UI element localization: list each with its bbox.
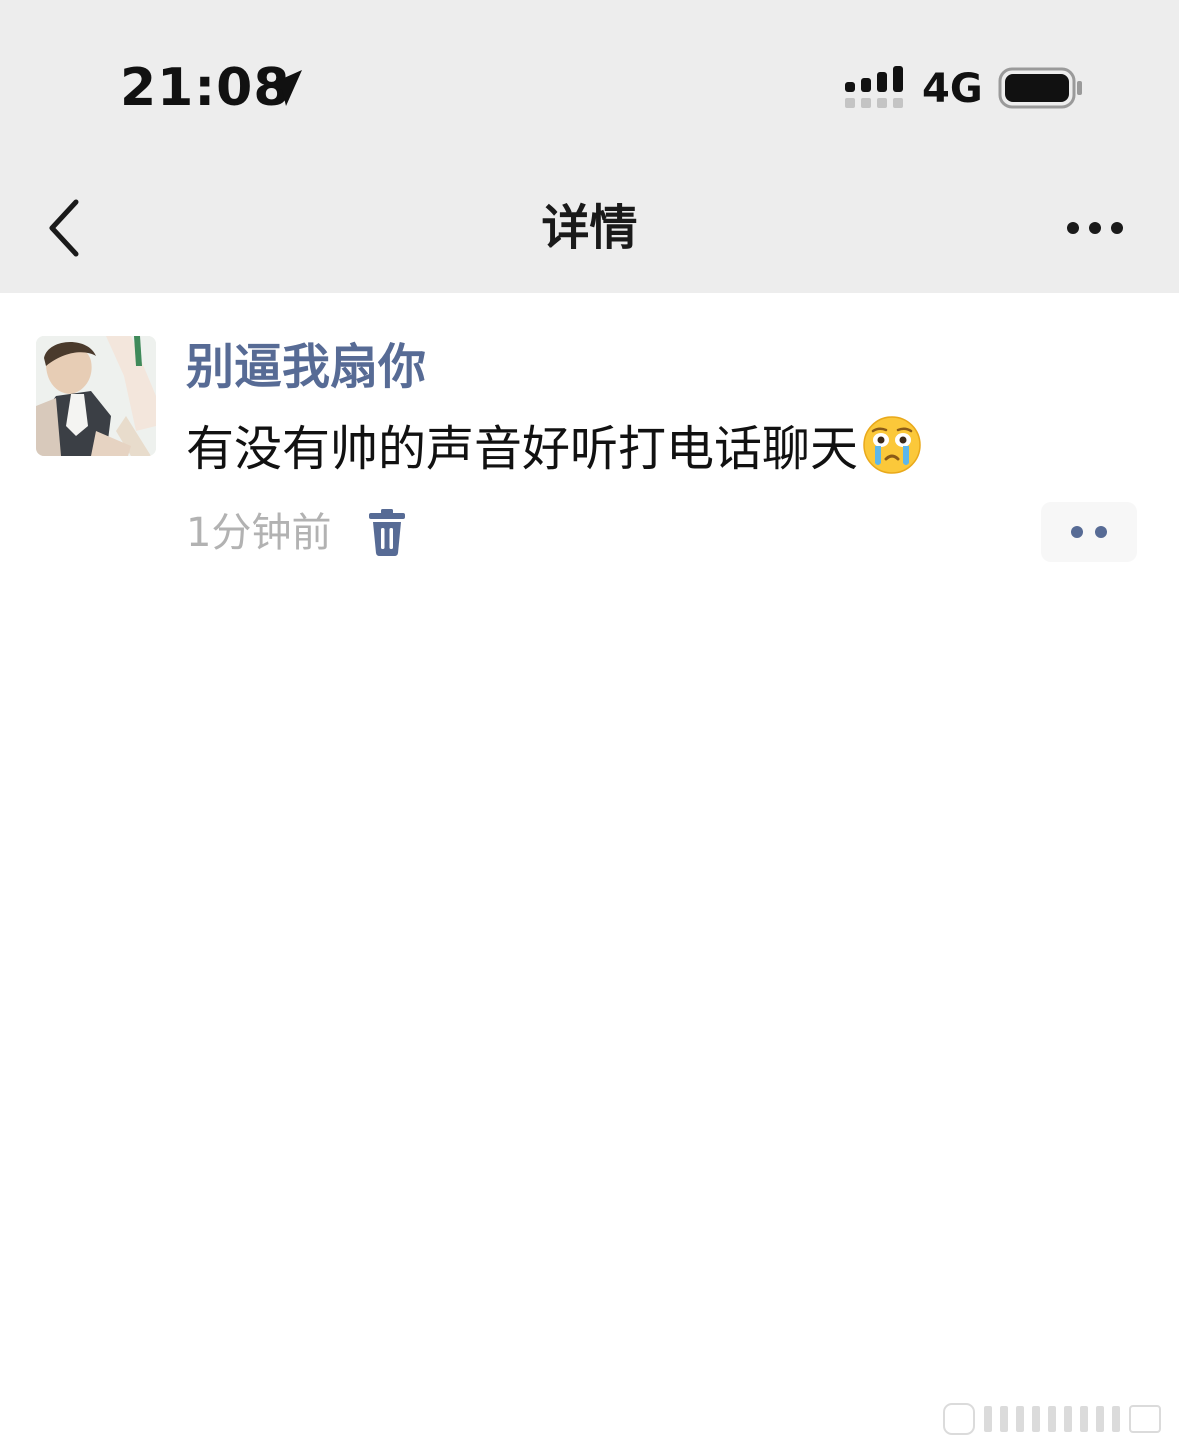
battery-icon — [998, 67, 1082, 109]
two-dots-icon[interactable] — [1041, 502, 1137, 562]
post-text: 有没有帅的声音好听打电话聊天 — [186, 415, 922, 480]
watermark-stripes-icon — [943, 1403, 1161, 1435]
avatar-illustration — [36, 336, 156, 456]
signal-icon — [845, 66, 903, 108]
post-text-content: 有没有帅的声音好听打电话聊天 — [186, 421, 859, 477]
post-timestamp: 1分钟前 — [186, 510, 332, 556]
nav-bar: 详情 — [0, 170, 1179, 293]
action-dot — [1071, 526, 1083, 538]
username-link[interactable]: 别逼我扇你 — [186, 337, 426, 397]
action-dot — [1095, 526, 1107, 538]
location-arrow-icon — [266, 70, 302, 106]
page-title: 详情 — [541, 200, 638, 256]
network-type: 4G — [922, 66, 983, 112]
trash-icon[interactable] — [366, 509, 408, 557]
more-dots-icon[interactable] — [1060, 206, 1130, 250]
crying-face-icon — [863, 416, 921, 474]
avatar[interactable] — [36, 336, 156, 456]
status-bar: 21:08 4G — [0, 0, 1179, 170]
